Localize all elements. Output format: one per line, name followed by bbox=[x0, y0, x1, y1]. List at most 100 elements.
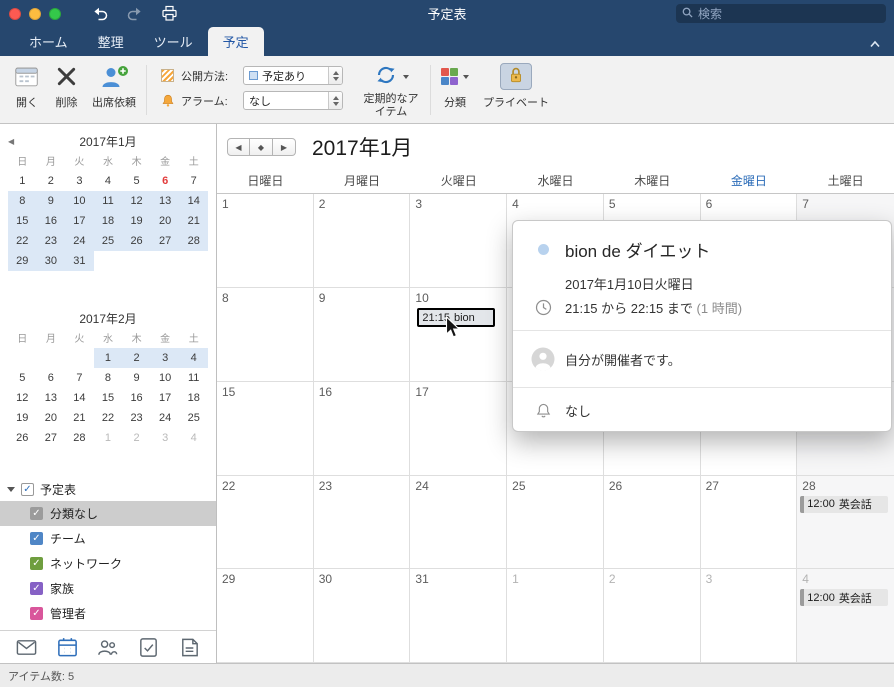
day-cell[interactable]: 24 bbox=[410, 475, 508, 570]
calendar-list-item[interactable]: ✓ チーム bbox=[0, 526, 216, 551]
mini-calendar-day[interactable]: 15 bbox=[8, 211, 37, 232]
day-cell[interactable]: 23 bbox=[313, 475, 411, 570]
today-button[interactable]: ◆ bbox=[250, 138, 273, 157]
mini-calendar-day[interactable]: 3 bbox=[65, 171, 94, 191]
day-cell[interactable]: 4 12:00 英会話 bbox=[797, 569, 894, 663]
private-button[interactable]: プライベート bbox=[476, 59, 556, 121]
day-cell[interactable]: 2 bbox=[603, 569, 701, 663]
show-as-dropdown[interactable]: 予定あり bbox=[243, 66, 343, 86]
recurrence-button[interactable]: 定期的なアイテム bbox=[355, 59, 427, 121]
ribbon-tab-4[interactable]: 予定 bbox=[207, 27, 264, 56]
mini-calendar-day[interactable]: 9 bbox=[122, 368, 151, 388]
day-cell[interactable]: 28 12:00 英会話 bbox=[797, 475, 894, 570]
mini-calendar-day[interactable]: 14 bbox=[65, 388, 94, 408]
day-cell[interactable]: 16 bbox=[313, 381, 411, 476]
calendar-list-item[interactable]: ✓ 分類なし bbox=[0, 501, 216, 527]
tasks-icon[interactable] bbox=[136, 634, 162, 660]
mini-calendar-day[interactable]: 6 bbox=[37, 368, 66, 388]
day-cell[interactable]: 3 bbox=[410, 194, 508, 289]
disclosure-triangle-icon[interactable] bbox=[7, 487, 15, 493]
stepper-icon[interactable] bbox=[328, 67, 342, 85]
delete-button[interactable]: 削除 bbox=[48, 59, 85, 121]
mini-calendar-day[interactable]: 20 bbox=[150, 211, 180, 232]
mini-calendar-day[interactable]: 15 bbox=[94, 388, 123, 408]
mini-calendar-day[interactable]: 31 bbox=[65, 251, 94, 272]
mini-calendar-day[interactable]: 16 bbox=[122, 388, 151, 408]
mini-calendar-day[interactable]: 11 bbox=[93, 191, 123, 212]
mini-calendar-day[interactable]: 4 bbox=[94, 171, 123, 191]
minimize-window-button[interactable] bbox=[29, 7, 41, 20]
mini-calendar-day[interactable]: 22 bbox=[94, 408, 123, 428]
mini-calendar-day[interactable]: 14 bbox=[179, 191, 208, 212]
day-cell[interactable]: 29 bbox=[217, 569, 314, 663]
mini-calendar-day[interactable]: 23 bbox=[36, 231, 66, 252]
ribbon-tab-1[interactable]: ホーム bbox=[14, 27, 83, 56]
day-cell[interactable]: 1 bbox=[217, 194, 314, 289]
mini-calendar-day[interactable]: 20 bbox=[37, 408, 66, 428]
mail-icon[interactable] bbox=[13, 634, 39, 660]
mini-calendar-day[interactable]: 11 bbox=[179, 368, 208, 388]
day-cell[interactable]: 8 bbox=[217, 288, 314, 382]
day-cell[interactable]: 15 bbox=[217, 381, 314, 476]
mini-calendar-day[interactable]: 18 bbox=[93, 211, 123, 232]
calendar-color-checkbox[interactable]: ✓ bbox=[30, 607, 43, 621]
mini-calendar-day[interactable]: 16 bbox=[36, 211, 66, 232]
mini-calendar-day[interactable]: 17 bbox=[65, 211, 94, 232]
mini-calendar-day[interactable]: 27 bbox=[150, 231, 180, 252]
mini-calendar-day[interactable]: 19 bbox=[8, 408, 37, 428]
day-cell[interactable]: 31 bbox=[410, 569, 508, 663]
mini-calendar-day[interactable]: 28 bbox=[65, 428, 94, 448]
mini-calendar-day[interactable]: 26 bbox=[122, 231, 151, 252]
mini-calendar-day[interactable]: 13 bbox=[37, 388, 66, 408]
mini-calendar-day[interactable]: 2 bbox=[37, 171, 66, 191]
search-input[interactable] bbox=[698, 6, 880, 21]
mini-calendar-day[interactable]: 10 bbox=[65, 191, 94, 212]
undo-icon[interactable] bbox=[91, 6, 109, 21]
calendar-group-row[interactable]: ✓ 予定表 bbox=[0, 478, 216, 501]
close-window-button[interactable] bbox=[9, 7, 21, 20]
day-cell[interactable]: 3 bbox=[700, 569, 798, 663]
next-month-button[interactable]: ▶ bbox=[273, 138, 296, 157]
mini-calendar-day[interactable]: 4 bbox=[179, 428, 208, 448]
mini-calendar-day[interactable]: 13 bbox=[150, 191, 180, 212]
mini-calendar-day[interactable]: 7 bbox=[179, 171, 208, 191]
day-cell[interactable]: 27 bbox=[700, 475, 798, 570]
mini-calendar-day[interactable]: 30 bbox=[36, 251, 66, 272]
day-cell[interactable]: 30 bbox=[313, 569, 411, 663]
mini-calendar-day[interactable]: 3 bbox=[151, 428, 180, 448]
calendar-color-checkbox[interactable]: ✓ bbox=[30, 557, 43, 571]
mini-calendar-day[interactable]: 21 bbox=[65, 408, 94, 428]
day-cell[interactable]: 17 bbox=[410, 381, 508, 476]
mini-calendar-day[interactable]: 3 bbox=[150, 348, 180, 369]
categorize-button[interactable]: 分類 bbox=[434, 59, 476, 121]
print-icon[interactable] bbox=[161, 5, 178, 22]
mini-calendar-day[interactable]: 23 bbox=[122, 408, 151, 428]
mini-calendar-day[interactable]: 10 bbox=[151, 368, 180, 388]
mini-calendar-day[interactable]: 28 bbox=[179, 231, 208, 252]
mini-calendar-day[interactable]: 25 bbox=[93, 231, 123, 252]
calendar-icon[interactable] bbox=[54, 634, 80, 660]
day-cell[interactable]: 1 bbox=[507, 569, 604, 663]
ribbon-tab-2[interactable]: 整理 bbox=[83, 27, 139, 56]
mini-calendar-day[interactable]: 8 bbox=[94, 368, 123, 388]
mini-calendar-day[interactable]: 1 bbox=[8, 171, 37, 191]
mini-calendar-day[interactable]: 7 bbox=[65, 368, 94, 388]
ribbon-tab-3[interactable]: ツール bbox=[139, 27, 208, 56]
notes-icon[interactable] bbox=[177, 634, 203, 660]
zoom-window-button[interactable] bbox=[49, 7, 61, 20]
collapse-ribbon-icon[interactable] bbox=[869, 35, 881, 53]
mini-calendar-day[interactable]: 18 bbox=[179, 388, 208, 408]
day-cell[interactable]: 26 bbox=[603, 475, 701, 570]
mini-calendar-day[interactable]: 26 bbox=[8, 428, 37, 448]
mini-calendar-day[interactable]: 2 bbox=[122, 348, 151, 369]
mini-calendar-day[interactable]: 17 bbox=[151, 388, 180, 408]
group-checkbox[interactable]: ✓ bbox=[21, 483, 34, 497]
prev-month-arrow-icon[interactable]: ◀ bbox=[8, 132, 14, 152]
mini-calendar-day[interactable]: 19 bbox=[122, 211, 151, 232]
mini-calendar-day[interactable]: 29 bbox=[8, 251, 37, 272]
mini-calendar-day[interactable]: 9 bbox=[36, 191, 66, 212]
calendar-color-checkbox[interactable]: ✓ bbox=[30, 582, 43, 596]
invite-attendees-button[interactable]: 出席依頼 bbox=[85, 59, 143, 121]
calendar-color-checkbox[interactable]: ✓ bbox=[30, 507, 43, 521]
calendar-list-item[interactable]: ✓ ネットワーク bbox=[0, 551, 216, 576]
